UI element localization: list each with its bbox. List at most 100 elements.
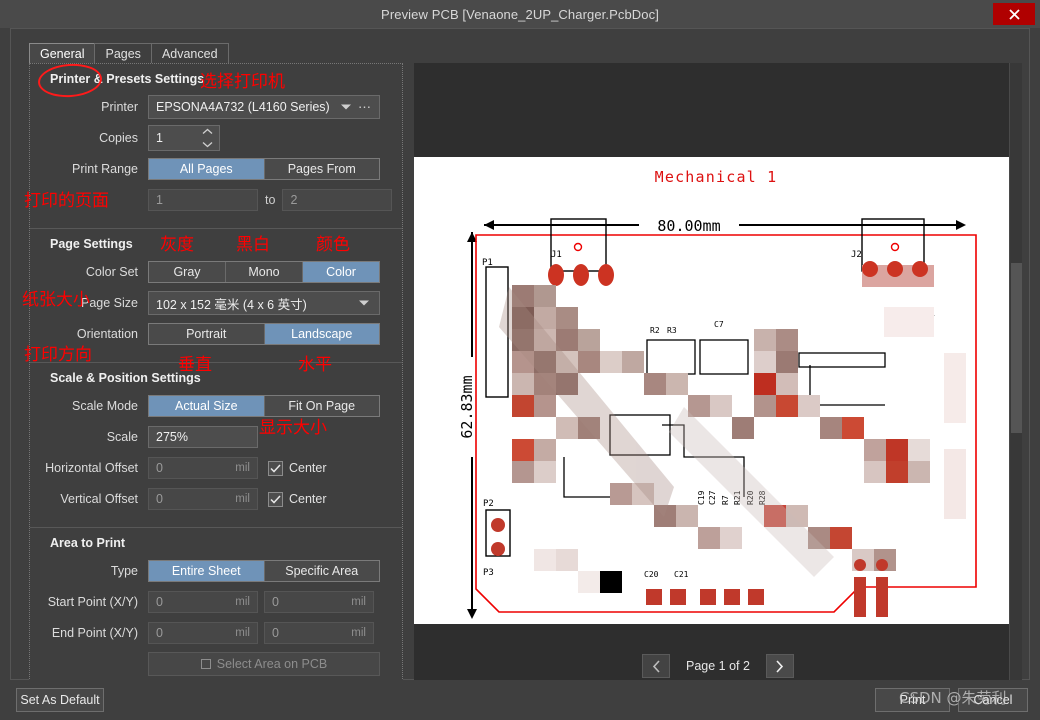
page-navigation: Page 1 of 2 bbox=[414, 649, 1022, 683]
svg-text:C20: C20 bbox=[644, 570, 659, 579]
row-page-size: Page Size 102 x 152 毫米 (4 x 6 英寸) bbox=[30, 290, 402, 316]
group-scale-position: Scale & Position Settings Scale Mode Act… bbox=[30, 363, 402, 528]
close-icon bbox=[1009, 9, 1020, 20]
previous-page-button[interactable] bbox=[642, 654, 670, 678]
check-icon bbox=[270, 495, 281, 504]
svg-text:P1: P1 bbox=[482, 258, 493, 268]
start-point-label: Start Point (X/Y) bbox=[30, 595, 148, 609]
page-size-label: Page Size bbox=[30, 296, 148, 310]
dialog-body: General Pages Advanced Printer & Presets… bbox=[10, 28, 1030, 680]
row-orientation: Orientation Portrait Landscape bbox=[30, 321, 402, 347]
checkbox-box bbox=[268, 492, 283, 507]
printer-select[interactable]: EPSONA4A732 (L4160 Series) ⋯ bbox=[148, 95, 380, 119]
range-to-input[interactable]: 2 bbox=[282, 189, 392, 211]
range-from-input[interactable]: 1 bbox=[148, 189, 258, 211]
settings-panel: Printer & Presets Settings Printer EPSON… bbox=[29, 63, 403, 693]
svg-text:R7: R7 bbox=[721, 495, 730, 505]
chevron-right-icon bbox=[775, 660, 784, 673]
scale-mode-fit-on-page[interactable]: Fit On Page bbox=[265, 396, 380, 416]
print-range-pages-from[interactable]: Pages From bbox=[265, 159, 380, 179]
vertical-center-label: Center bbox=[289, 492, 327, 506]
scrollbar-thumb[interactable] bbox=[1011, 263, 1022, 433]
color-set-gray[interactable]: Gray bbox=[149, 262, 226, 282]
window-title: Preview PCB [Venaone_2UP_Charger.PcbDoc] bbox=[381, 7, 659, 22]
print-range-all-pages[interactable]: All Pages bbox=[149, 159, 265, 179]
end-point-y-value: 0 bbox=[272, 626, 279, 640]
vertical-offset-input[interactable]: 0 mil bbox=[148, 488, 258, 510]
end-point-x-input[interactable]: 0 mil bbox=[148, 622, 258, 644]
color-set-mono[interactable]: Mono bbox=[226, 262, 303, 282]
copies-label: Copies bbox=[30, 131, 148, 145]
scale-input[interactable]: 275% bbox=[148, 426, 258, 448]
start-point-y-input[interactable]: 0 mil bbox=[264, 591, 374, 613]
svg-text:R3: R3 bbox=[667, 326, 677, 335]
printer-value: EPSONA4A732 (L4160 Series) bbox=[156, 100, 330, 114]
row-select-area: Select Area on PCB bbox=[30, 651, 402, 677]
set-as-default-button[interactable]: Set As Default bbox=[16, 688, 104, 712]
copies-stepper[interactable]: 1 bbox=[148, 125, 220, 151]
row-start-point: Start Point (X/Y) 0 mil 0 mil bbox=[30, 589, 402, 615]
group-page-settings: Page Settings Color Set Gray Mono Color … bbox=[30, 229, 402, 363]
printer-label: Printer bbox=[30, 100, 148, 114]
vertical-offset-unit: mil bbox=[235, 493, 250, 505]
start-point-x-input[interactable]: 0 mil bbox=[148, 591, 258, 613]
tab-advanced[interactable]: Advanced bbox=[151, 43, 229, 64]
end-point-y-input[interactable]: 0 mil bbox=[264, 622, 374, 644]
width-dimension-text: 80.00mm bbox=[657, 217, 720, 235]
tab-general[interactable]: General bbox=[29, 43, 95, 64]
spinner-arrows[interactable] bbox=[202, 128, 213, 148]
scale-label: Scale bbox=[30, 430, 148, 444]
horizontal-offset-input[interactable]: 0 mil bbox=[148, 457, 258, 479]
tab-advanced-label: Advanced bbox=[162, 47, 218, 61]
horizontal-offset-unit: mil bbox=[235, 462, 250, 474]
tab-pages-label: Pages bbox=[105, 47, 140, 61]
color-set-color[interactable]: Color bbox=[303, 262, 379, 282]
preview-vertical-scrollbar[interactable] bbox=[1009, 63, 1022, 693]
horizontal-offset-label: Horizontal Offset bbox=[30, 461, 148, 475]
print-button[interactable]: Print bbox=[875, 688, 950, 712]
area-type-segmented: Entire Sheet Specific Area bbox=[148, 560, 380, 582]
svg-text:C19: C19 bbox=[697, 490, 706, 505]
pcb-preview-paper[interactable]: Mechanical 1 80.00mm bbox=[414, 157, 1018, 624]
row-scale: Scale 275% bbox=[30, 424, 402, 450]
row-print-range: Print Range All Pages Pages From bbox=[30, 156, 402, 182]
layer-title-text: Mechanical 1 bbox=[655, 168, 778, 186]
svg-text:R2: R2 bbox=[650, 326, 660, 335]
row-scale-mode: Scale Mode Actual Size Fit On Page bbox=[30, 393, 402, 419]
svg-text:P3: P3 bbox=[483, 568, 494, 578]
area-type-entire-sheet[interactable]: Entire Sheet bbox=[149, 561, 265, 581]
tab-pages[interactable]: Pages bbox=[94, 43, 151, 64]
end-point-label: End Point (X/Y) bbox=[30, 626, 148, 640]
horizontal-center-checkbox[interactable]: Center bbox=[268, 461, 327, 476]
page-size-select[interactable]: 102 x 152 毫米 (4 x 6 英寸) bbox=[148, 291, 380, 315]
preview-pane: Mechanical 1 80.00mm bbox=[414, 63, 1022, 693]
horizontal-center-label: Center bbox=[289, 461, 327, 475]
next-page-button[interactable] bbox=[766, 654, 794, 678]
select-area-on-pcb-button[interactable]: Select Area on PCB bbox=[148, 652, 380, 676]
close-button[interactable] bbox=[993, 3, 1035, 25]
area-type-specific-area[interactable]: Specific Area bbox=[265, 561, 380, 581]
group-printer-presets: Printer & Presets Settings Printer EPSON… bbox=[30, 64, 402, 229]
vertical-offset-label: Vertical Offset bbox=[30, 492, 148, 506]
orientation-portrait[interactable]: Portrait bbox=[149, 324, 265, 344]
svg-text:J2: J2 bbox=[851, 250, 862, 260]
chevron-down-icon bbox=[359, 301, 369, 306]
row-vertical-offset: Vertical Offset 0 mil Center bbox=[30, 486, 402, 512]
tab-general-label: General bbox=[40, 47, 84, 61]
vertical-center-checkbox[interactable]: Center bbox=[268, 492, 327, 507]
scale-mode-actual-size[interactable]: Actual Size bbox=[149, 396, 265, 416]
horizontal-offset-value: 0 bbox=[156, 461, 163, 475]
more-options-icon[interactable]: ⋯ bbox=[358, 101, 372, 114]
row-copies: Copies 1 bbox=[30, 125, 402, 151]
svg-text:C27: C27 bbox=[708, 490, 717, 505]
chevron-left-icon bbox=[652, 660, 661, 673]
copies-value: 1 bbox=[156, 131, 163, 145]
svg-text:C21: C21 bbox=[674, 570, 689, 579]
chevron-down-icon bbox=[341, 105, 351, 110]
cancel-button[interactable]: Cancel bbox=[958, 688, 1028, 712]
group-title-page: Page Settings bbox=[30, 237, 402, 251]
vertical-offset-value: 0 bbox=[156, 492, 163, 506]
orientation-landscape[interactable]: Landscape bbox=[265, 324, 380, 344]
svg-text:P2: P2 bbox=[483, 499, 494, 509]
pcb-preview-drawing: Mechanical 1 80.00mm bbox=[414, 157, 1018, 624]
